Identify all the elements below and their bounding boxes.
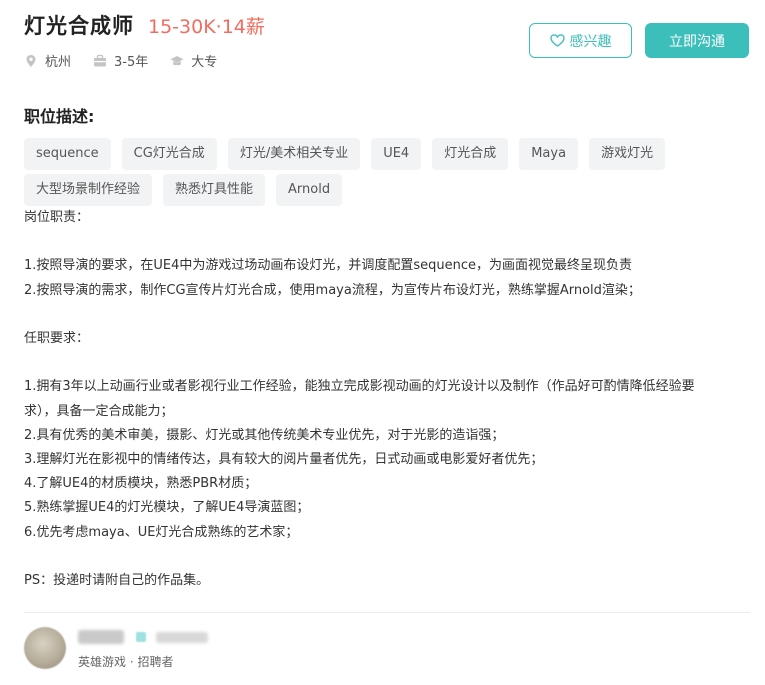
description-line: 1.拥有3年以上动画行业或者影视行业工作经验，能独立完成影视动画的灯光设计以及制… <box>24 379 695 395</box>
graduation-cap-icon <box>170 55 184 65</box>
location-pin-icon <box>26 54 36 67</box>
briefcase-icon <box>94 54 107 66</box>
interested-label: 感兴趣 <box>569 33 612 50</box>
section-title: 职位描述: <box>24 107 95 126</box>
skill-tag: UE4 <box>371 138 422 170</box>
contact-label: 立即沟通 <box>669 33 725 50</box>
heart-icon <box>549 34 565 47</box>
meta-experience: 3-5年 <box>93 51 148 70</box>
skill-tag: Arnold <box>276 174 343 206</box>
job-description-text: 岗位职责： 1.按照导演的要求，在UE4中为游戏过场动画布设灯光，并调度配置se… <box>24 206 752 593</box>
salary: 15-30K·14薪 <box>148 16 265 38</box>
recruiter-info: 英雄游戏 · 招聘者 <box>78 627 208 670</box>
job-header: 灯光合成师 15-30K·14薪 <box>24 10 265 40</box>
meta-education: 大专 <box>170 51 217 70</box>
description-line: 5.熟练掌握UE4的灯光模块，了解UE4导演蓝图； <box>24 500 310 516</box>
recruiter-name-blurred <box>78 630 124 644</box>
description-line: 任职要求： <box>24 330 90 346</box>
tag-row: sequence CG灯光合成 灯光/美术相关专业 UE4 灯光合成 Maya … <box>24 138 744 170</box>
description-line <box>24 303 752 327</box>
skill-tags: sequence CG灯光合成 灯光/美术相关专业 UE4 灯光合成 Maya … <box>24 138 744 210</box>
description-line: 1.按照导演的要求，在UE4中为游戏过场动画布设灯光，并调度配置sequence… <box>24 258 633 274</box>
description-line: 岗位职责： <box>24 210 90 225</box>
skill-tag: sequence <box>24 138 111 170</box>
interested-button[interactable]: 感兴趣 <box>529 23 632 58</box>
recruiter-card[interactable]: 英雄游戏 · 招聘者 <box>24 627 208 670</box>
tag-row: 大型场景制作经验 熟悉灯具性能 Arnold <box>24 174 744 206</box>
education-text: 大专 <box>191 55 218 70</box>
description-line: 求），具备一定合成能力； <box>24 403 174 419</box>
contact-now-button[interactable]: 立即沟通 <box>645 23 749 58</box>
skill-tag: 游戏灯光 <box>589 138 666 170</box>
skill-tag: 灯光/美术相关专业 <box>227 138 361 170</box>
description-line: 2.具有优秀的美术审美，摄影、灯光或其他传统美术专业优先，对于光影的造诣强； <box>24 427 505 443</box>
job-title: 灯光合成师 <box>24 14 134 38</box>
description-line: PS：投递时请附自己的作品集。 <box>24 572 210 588</box>
divider <box>24 612 750 613</box>
experience-text: 3-5年 <box>114 55 149 70</box>
job-meta: 杭州 3-5年 大专 <box>24 51 239 70</box>
skill-tag: Maya <box>519 138 579 170</box>
description-line: 3.理解灯光在影视中的情绪传达，具有较大的阅片量者优先，日式动画或电影爱好者优先… <box>24 451 544 467</box>
skill-tag: 大型场景制作经验 <box>24 174 153 206</box>
meta-location: 杭州 <box>24 51 71 70</box>
skill-tag: CG灯光合成 <box>121 138 217 170</box>
description-line <box>24 230 752 254</box>
description-line <box>24 351 752 375</box>
description-line: 6.优先考虑maya、UE灯光合成熟练的艺术家； <box>24 524 299 540</box>
recruiter-company: 英雄游戏 · 招聘者 <box>78 655 174 669</box>
avatar[interactable] <box>24 627 66 669</box>
description-line <box>24 545 752 569</box>
recruiter-status-blurred <box>156 631 208 643</box>
description-line: 2.按照导演的需求，制作CG宣传片灯光合成，使用maya流程，为宣传片布设灯光，… <box>24 282 641 298</box>
location-text: 杭州 <box>45 55 72 70</box>
recruiter-name-row <box>78 627 208 647</box>
skill-tag: 熟悉灯具性能 <box>163 174 266 206</box>
verified-badge-icon <box>136 632 146 642</box>
description-line: 4.了解UE4的材质模块，熟悉PBR材质； <box>24 476 258 492</box>
skill-tag: 灯光合成 <box>432 138 509 170</box>
